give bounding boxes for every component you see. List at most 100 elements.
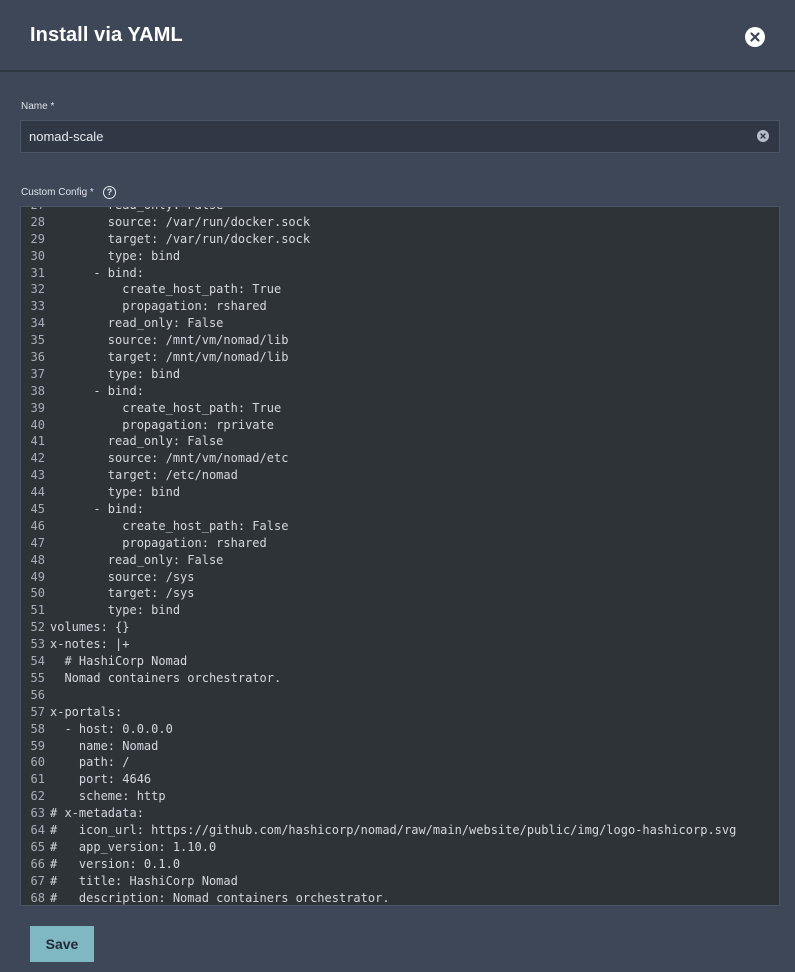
code-line: 36 target: /mnt/vm/nomad/lib	[21, 349, 779, 366]
clear-icon[interactable]	[757, 130, 769, 142]
line-text: port: 4646	[50, 772, 152, 787]
code-line: 33 propagation: rshared	[21, 298, 779, 315]
line-number: 64	[30, 822, 45, 837]
line-text: - bind:	[50, 383, 144, 398]
line-number: 29	[30, 231, 45, 246]
code-line: 67 # title: HashiCorp Nomad	[21, 873, 779, 890]
line-text: path: /	[50, 755, 130, 770]
line-number: 40	[30, 417, 45, 432]
line-number: 55	[30, 670, 45, 685]
line-text: target: /sys	[50, 586, 195, 601]
close-icon[interactable]	[745, 27, 765, 47]
line-text: read_only: False	[50, 316, 224, 331]
line-text: - host: 0.0.0.0	[50, 721, 173, 736]
code-line: 30 type: bind	[21, 248, 779, 265]
code-line: 29 target: /var/run/docker.sock	[21, 231, 779, 248]
code-line: 51 type: bind	[21, 602, 779, 619]
code-line: 57 x-portals:	[21, 704, 779, 721]
line-number: 58	[30, 721, 45, 736]
line-text: target: /var/run/docker.sock	[50, 231, 311, 246]
line-text: target: /mnt/vm/nomad/lib	[50, 350, 289, 365]
line-text: scheme: http	[50, 789, 166, 804]
line-number: 42	[30, 451, 45, 466]
line-text: read_only: False	[50, 434, 224, 449]
code-lines: 27 read_only: False28 source: /var/run/d…	[21, 207, 779, 905]
code-line: 63 # x-metadata:	[21, 805, 779, 822]
line-number: 30	[30, 248, 45, 263]
line-number: 37	[30, 366, 45, 381]
line-number: 49	[30, 569, 45, 584]
line-number: 45	[30, 502, 45, 517]
line-text: create_host_path: False	[50, 518, 289, 533]
line-number: 51	[30, 603, 45, 618]
line-text: source: /sys	[50, 569, 195, 584]
line-text: target: /etc/nomad	[50, 468, 238, 483]
code-line: 59 name: Nomad	[21, 738, 779, 755]
code-line: 46 create_host_path: False	[21, 518, 779, 535]
line-text: - bind:	[50, 265, 144, 280]
name-input[interactable]	[29, 121, 749, 152]
line-text: read_only: False	[50, 552, 224, 567]
code-line: 58 - host: 0.0.0.0	[21, 721, 779, 738]
line-number: 34	[30, 316, 45, 331]
code-line: 35 source: /mnt/vm/nomad/lib	[21, 332, 779, 349]
code-line: 45 - bind:	[21, 501, 779, 518]
line-text: name: Nomad	[50, 738, 159, 753]
code-line: 32 create_host_path: True	[21, 281, 779, 298]
code-line: 62 scheme: http	[21, 788, 779, 805]
line-number: 62	[30, 789, 45, 804]
line-text: source: /mnt/vm/nomad/etc	[50, 451, 289, 466]
line-text: type: bind	[50, 485, 181, 500]
code-line: 47 propagation: rshared	[21, 535, 779, 552]
code-line: 31 - bind:	[21, 265, 779, 282]
line-text: x-portals:	[50, 704, 123, 719]
help-icon[interactable]: ?	[103, 186, 116, 199]
line-number: 46	[30, 518, 45, 533]
line-number: 68	[30, 890, 45, 905]
code-line: 40 propagation: rprivate	[21, 417, 779, 434]
line-text: propagation: rshared	[50, 299, 267, 314]
line-number: 47	[30, 535, 45, 550]
code-line: 54 # HashiCorp Nomad	[21, 653, 779, 670]
line-text: # description: Nomad containers orchestr…	[50, 890, 390, 905]
line-text: create_host_path: True	[50, 282, 282, 297]
line-number: 66	[30, 856, 45, 871]
code-line: 55 Nomad containers orchestrator.	[21, 670, 779, 687]
line-number: 43	[30, 468, 45, 483]
line-number: 41	[30, 434, 45, 449]
line-number: 54	[30, 654, 45, 669]
line-text: type: bind	[50, 603, 181, 618]
name-label: Name *	[21, 101, 55, 112]
line-number: 59	[30, 738, 45, 753]
code-line: 56	[21, 687, 779, 704]
line-number: 32	[30, 282, 45, 297]
code-line: 43 target: /etc/nomad	[21, 467, 779, 484]
yaml-editor[interactable]: 27 read_only: False28 source: /var/run/d…	[20, 206, 780, 906]
code-line: 50 target: /sys	[21, 585, 779, 602]
line-text: type: bind	[50, 366, 181, 381]
code-line: 66 # version: 0.1.0	[21, 856, 779, 873]
code-line: 39 create_host_path: True	[21, 400, 779, 417]
line-text: read_only: False	[50, 207, 224, 212]
code-line: 64 # icon_url: https://github.com/hashico…	[21, 822, 779, 839]
line-text: x-notes: |+	[50, 637, 130, 652]
line-text: type: bind	[50, 248, 181, 263]
code-line: 60 path: /	[21, 754, 779, 771]
line-text: volumes: {}	[50, 620, 130, 635]
line-number: 35	[30, 333, 45, 348]
line-text: - bind:	[50, 502, 144, 517]
line-number: 39	[30, 400, 45, 415]
line-number: 52	[30, 620, 45, 635]
line-number: 56	[30, 687, 45, 702]
line-text: # x-metadata:	[50, 806, 144, 821]
name-field	[20, 120, 780, 153]
line-text: # HashiCorp Nomad	[50, 654, 188, 669]
line-number: 36	[30, 350, 45, 365]
line-text: # app_version: 1.10.0	[50, 839, 217, 854]
code-line: 34 read_only: False	[21, 315, 779, 332]
line-text: # version: 0.1.0	[50, 856, 181, 871]
save-button[interactable]: Save	[30, 926, 94, 962]
dialog-title: Install via YAML	[30, 24, 183, 46]
code-line: 28 source: /var/run/docker.sock	[21, 214, 779, 231]
code-line: 41 read_only: False	[21, 433, 779, 450]
